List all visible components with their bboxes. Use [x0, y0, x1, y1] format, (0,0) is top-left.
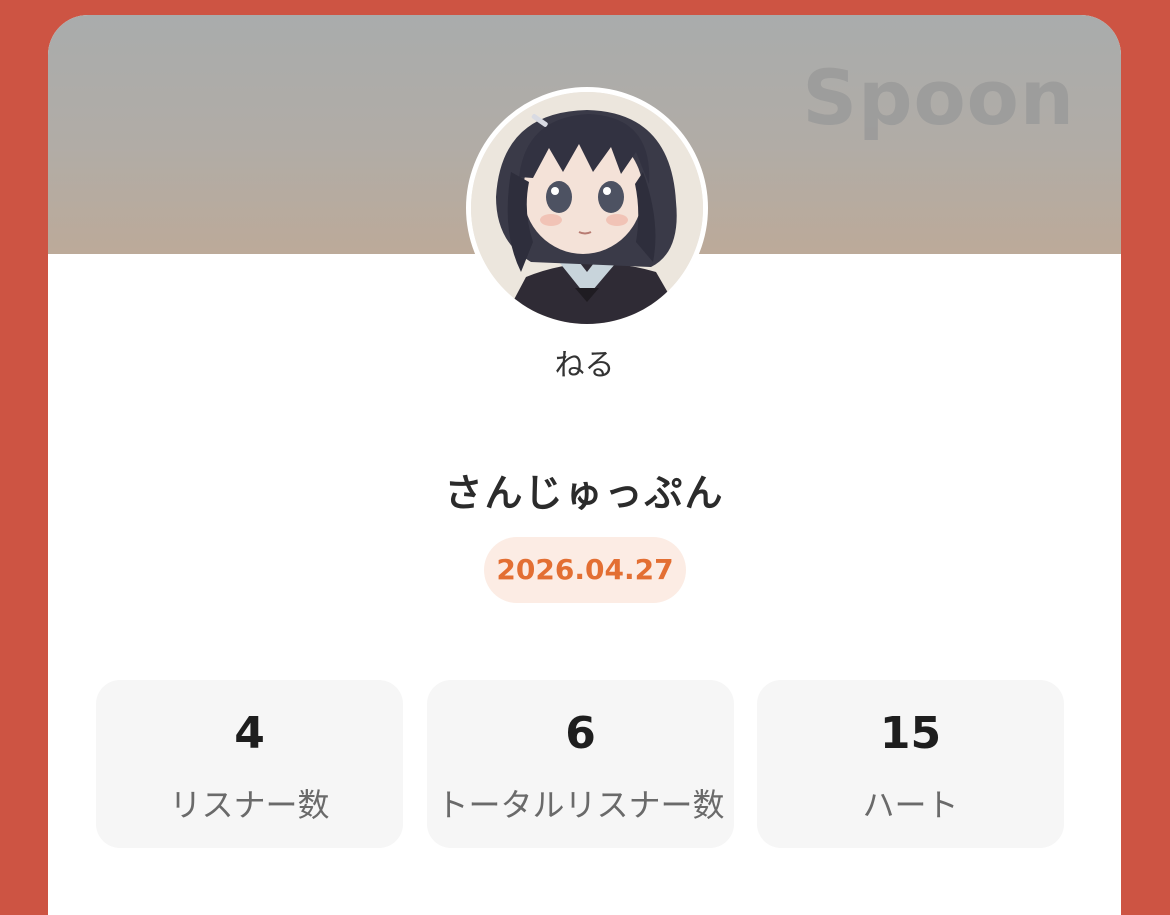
stat-label: リスナー数: [169, 786, 330, 824]
stat-listeners: 4 リスナー数: [96, 680, 403, 848]
stat-hearts: 15 ハート: [757, 680, 1064, 848]
broadcast-title: さんじゅっぷん: [444, 471, 725, 515]
stat-total-listeners: 6 トータルリスナー数: [427, 680, 734, 848]
stat-label: トータルリスナー数: [436, 786, 725, 824]
username: ねる: [554, 348, 615, 383]
spoon-logo: Spoon: [802, 53, 1075, 142]
broadcast-summary-card: Spoon ねる さんじゅっぷん 2026.04.27 4 リスナー数 6 トー…: [48, 15, 1121, 915]
stat-value: 4: [234, 708, 265, 759]
avatar-illustration: [471, 92, 703, 324]
broadcast-date-badge: 2026.04.27: [484, 537, 686, 603]
stat-value: 6: [565, 708, 596, 759]
stat-label: ハート: [862, 786, 959, 824]
avatar[interactable]: [466, 87, 708, 329]
stat-value: 15: [879, 708, 942, 759]
